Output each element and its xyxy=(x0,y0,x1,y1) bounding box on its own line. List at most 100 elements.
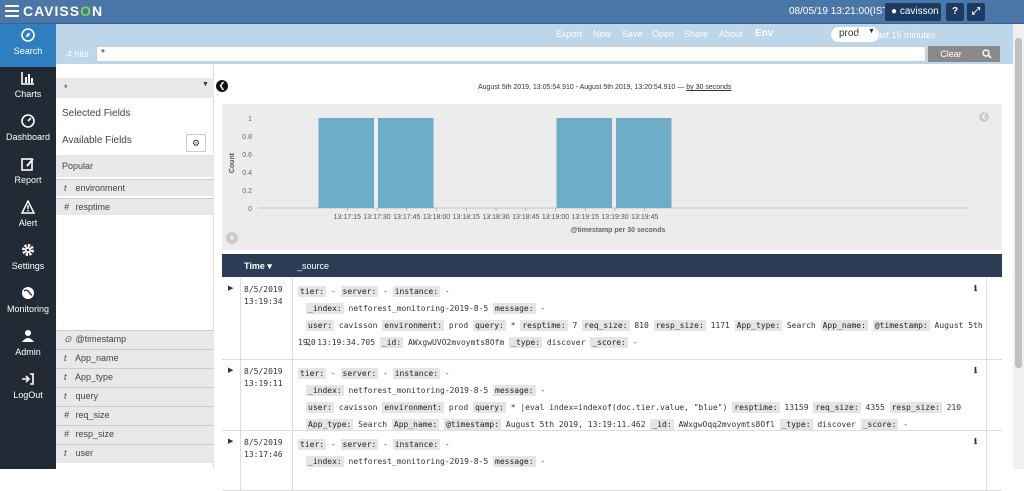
sidebar-label: Report xyxy=(14,175,42,185)
source-key: query: xyxy=(472,320,506,331)
available-field-item[interactable]: ⊙ @timestamp xyxy=(56,330,214,349)
time-column-header[interactable]: Time ▾ xyxy=(244,261,272,272)
source-key: _type: xyxy=(779,419,813,430)
source-key: _id: xyxy=(650,419,674,430)
available-field-item[interactable]: t App_name xyxy=(56,349,214,368)
y-tick-label: 0.8 xyxy=(242,134,252,141)
help-icon[interactable]: ? xyxy=(946,3,964,21)
sidebar-item-logout[interactable]: LogOut xyxy=(0,368,56,411)
source-value: - xyxy=(440,287,450,296)
source-key: message: xyxy=(493,456,536,467)
histogram-chart: 0 0.2 0.4 0.6 0.8 1 13:17:15 13:17:30 13:17:45 13… xyxy=(222,104,1002,250)
expand-row-icon[interactable]: ▶ xyxy=(228,437,233,445)
histogram-bar[interactable] xyxy=(616,118,672,208)
source-value: netforest_monitoring-2019-8-5 xyxy=(343,457,494,466)
open-button[interactable]: Open xyxy=(652,29,674,39)
popular-field-item[interactable]: t environment xyxy=(56,179,214,196)
field-type-icon: t xyxy=(64,448,67,458)
source-value: 810 xyxy=(629,321,654,330)
source-key: req_size: xyxy=(582,320,630,331)
popular-field-item[interactable]: # resptime xyxy=(56,198,214,215)
expand-row-icon[interactable]: ▶ xyxy=(228,366,233,374)
source-value: 4355 xyxy=(860,403,890,412)
field-type-icon: t xyxy=(64,353,67,363)
sidebar-item-charts[interactable]: Charts xyxy=(0,67,56,110)
y-tick-label: 0 xyxy=(248,206,252,213)
x-tick-label: 13:18:45 xyxy=(512,214,539,221)
available-field-item[interactable]: t App_type xyxy=(56,368,214,387)
histogram-bar[interactable] xyxy=(378,118,434,208)
source-value: 1171 xyxy=(705,321,735,330)
warning-triangle-icon xyxy=(0,196,56,218)
save-button[interactable]: Save xyxy=(622,29,643,39)
source-key: query: xyxy=(472,402,506,413)
top-bar: CAVISSON 08/05/19 13:21:00(IST) ● caviss… xyxy=(0,0,1024,24)
sidebar-item-settings[interactable]: Settings xyxy=(0,239,56,282)
available-field-item[interactable]: t user xyxy=(56,444,214,463)
search-icon xyxy=(982,49,992,59)
histogram-bar[interactable] xyxy=(318,118,375,208)
field-settings-gear-icon[interactable]: ⚙ xyxy=(186,134,206,152)
source-key: App_name: xyxy=(391,419,440,430)
source-value: Search xyxy=(782,321,821,330)
source-line: _index: netforest_monitoring-2019-8-5 me… xyxy=(306,382,986,399)
popular-section: Popular xyxy=(56,155,214,177)
index-pattern-value: * xyxy=(64,83,68,93)
new-button[interactable]: New xyxy=(593,29,611,39)
clear-button[interactable]: Clear xyxy=(928,46,974,62)
sidebar-item-alert[interactable]: Alert xyxy=(0,196,56,239)
share-button[interactable]: Share xyxy=(684,29,708,39)
available-field-item[interactable]: # resp_size xyxy=(56,425,214,444)
x-tick-label: 13:17:15 xyxy=(334,214,361,221)
sidebar-item-admin[interactable]: Admin xyxy=(0,325,56,368)
source-key: server: xyxy=(340,286,379,297)
histogram-svg: 00.20.40.60.8113:17:15 13:17:30 13:17:45 13… xyxy=(229,116,970,234)
hamburger-menu-icon[interactable] xyxy=(5,5,19,17)
x-tick-label: 13:17:30 xyxy=(363,214,390,221)
sidebar-item-monitoring[interactable]: Monitoring xyxy=(0,282,56,325)
chart-next-icon[interactable]: ❮ xyxy=(979,112,989,122)
collapse-sidebar-icon[interactable]: ❮ xyxy=(216,80,228,92)
interval-link[interactable]: by 30 seconds xyxy=(686,84,731,91)
source-key: instance: xyxy=(392,439,441,450)
table-row: ▶ 8/5/2019 13:17:46 ℹ tier: - server: - inst… xyxy=(222,431,1002,491)
user-menu-button[interactable]: ● cavisson xyxy=(885,3,941,21)
source-value: AWxgwOqq2mvoymts8Ofl xyxy=(673,420,780,429)
page-scrollbar[interactable] xyxy=(1013,24,1024,469)
sidebar-label: Monitoring xyxy=(6,304,50,314)
field-type-icon: # xyxy=(64,429,70,439)
y-tick-label: 0.2 xyxy=(242,188,252,195)
app-logo: CAVISSON xyxy=(23,3,104,19)
expand-row-icon[interactable]: ▶ xyxy=(228,284,233,292)
source-key: environment: xyxy=(382,320,445,331)
clock-icon[interactable]: ◷ xyxy=(857,30,866,41)
source-key: resptime: xyxy=(732,402,780,413)
time-range-picker[interactable]: Last 15 minutes xyxy=(872,30,936,40)
env-label: Env xyxy=(755,28,774,39)
available-field-item[interactable]: # req_size xyxy=(56,406,214,425)
about-button[interactable]: About xyxy=(719,29,743,39)
source-value: 19, 13:19:34.705 xyxy=(298,338,380,347)
source-line: _index: netforest_monitoring-2019-8-5 me… xyxy=(306,300,986,317)
index-pattern-select[interactable]: * ▼ xyxy=(56,78,214,98)
scrollbar-thumb[interactable] xyxy=(1015,38,1022,368)
source-key: req_size: xyxy=(813,402,861,413)
x-tick-label: 13:19:00 xyxy=(542,214,569,221)
field-type-icon: t xyxy=(64,372,67,382)
histogram-bar[interactable] xyxy=(556,118,613,208)
available-field-item[interactable]: t query xyxy=(56,387,214,406)
source-key: server: xyxy=(340,368,379,379)
source-column-header: _source xyxy=(297,261,330,271)
fullscreen-icon[interactable]: ⤢ xyxy=(967,3,985,21)
search-button[interactable] xyxy=(974,46,1000,62)
sidebar-item-report[interactable]: Report xyxy=(0,153,56,196)
gear-icon xyxy=(0,239,56,261)
sidebar-item-search[interactable]: Search xyxy=(0,24,56,67)
field-name: query xyxy=(75,391,99,401)
search-input[interactable]: * xyxy=(96,46,926,62)
source-key: _score: xyxy=(590,337,628,348)
chart-collapse-icon[interactable]: ▲ xyxy=(226,232,238,244)
export-button[interactable]: Export xyxy=(556,29,582,39)
field-name: user xyxy=(75,448,94,458)
sidebar-item-dashboard[interactable]: Dashboard xyxy=(0,110,56,153)
